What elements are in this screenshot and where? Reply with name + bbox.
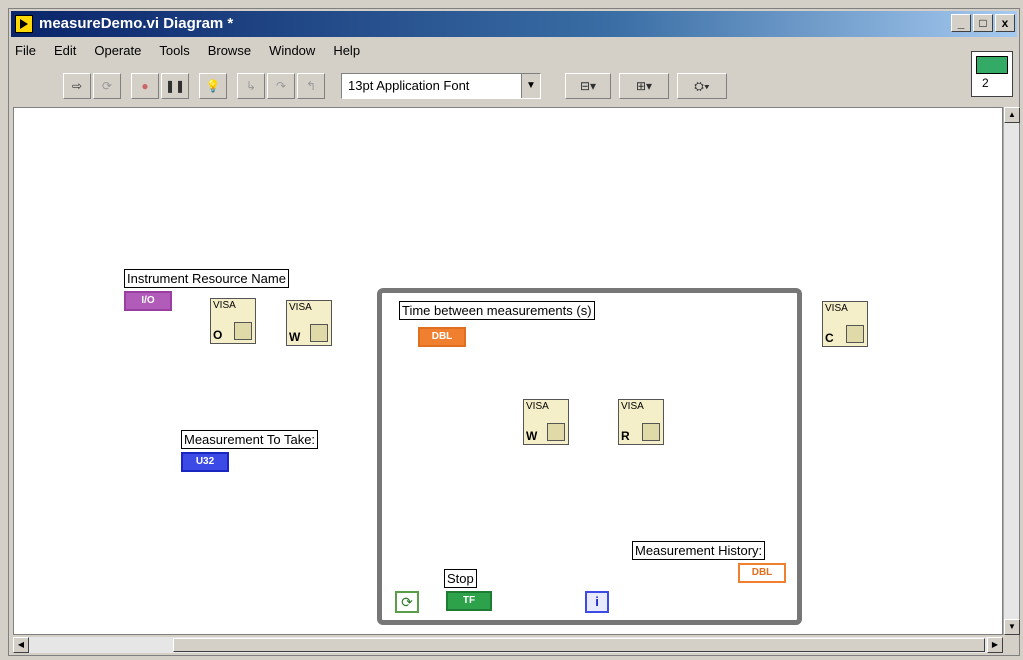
menu-edit[interactable]: Edit (52, 41, 78, 63)
label-time-between[interactable]: Time between measurements (s) (399, 301, 595, 320)
font-select[interactable]: 13pt Application Font ▼ (341, 73, 541, 99)
diagram-window: measureDemo.vi Diagram * _ □ x File Edit… (8, 8, 1020, 656)
step-over-icon[interactable]: ↷ (267, 73, 295, 99)
vi-letter: O (213, 328, 223, 342)
window-title: measureDemo.vi Diagram * (39, 15, 234, 32)
connector-pane-number: 2 (982, 76, 989, 90)
toolbar: ⇨ ⟳ ● ❚❚ 💡 ↳ ↷ ↰ 13pt Application Font ▼… (13, 67, 967, 101)
vi-caption: VISA (213, 300, 236, 311)
vi-letter: C (825, 331, 834, 345)
label-instrument-resource[interactable]: Instrument Resource Name (124, 269, 289, 288)
highlight-execution-icon[interactable]: 💡 (199, 73, 227, 99)
menu-bar: File Edit Operate Tools Browse Window He… (13, 41, 362, 63)
labview-app-icon (15, 15, 33, 33)
book-icon (234, 322, 252, 340)
vi-caption: VISA (621, 401, 644, 412)
menu-help[interactable]: Help (331, 41, 362, 63)
minimize-button[interactable]: _ (951, 14, 971, 32)
run-arrow-icon[interactable]: ⇨ (63, 73, 91, 99)
terminal-measurement-to-take[interactable]: U32 (181, 452, 229, 472)
visa-write-vi[interactable]: VISA W (286, 300, 332, 346)
abc-icon (642, 423, 660, 441)
visa-write-in-loop-vi[interactable]: VISA W (523, 399, 569, 445)
terminal-measurement-history[interactable]: DBL (738, 563, 786, 583)
book-icon (846, 325, 864, 343)
vi-letter: R (621, 429, 630, 443)
align-objects-icon[interactable]: ⊟▾ (565, 73, 611, 99)
vi-caption: VISA (289, 302, 312, 313)
vi-icon-graphic (976, 56, 1008, 74)
label-stop[interactable]: Stop (444, 569, 477, 588)
menu-tools[interactable]: Tools (157, 41, 191, 63)
step-into-icon[interactable]: ↳ (237, 73, 265, 99)
abc-icon (310, 324, 328, 342)
distribute-objects-icon[interactable]: ⊞▾ (619, 73, 669, 99)
menu-window[interactable]: Window (267, 41, 317, 63)
label-measurement-history[interactable]: Measurement History: (632, 541, 766, 560)
terminal-resource-name[interactable]: I/O (124, 291, 172, 311)
loop-iteration-terminal[interactable]: i (585, 591, 609, 613)
scroll-thumb[interactable] (173, 638, 985, 652)
close-button[interactable]: x (995, 14, 1015, 32)
block-diagram-canvas[interactable]: Instrument Resource Name I/O Measurement… (13, 107, 1003, 635)
terminal-stop[interactable]: TF (446, 591, 492, 611)
scroll-up-icon[interactable]: ▲ (1004, 107, 1020, 123)
horizontal-scrollbar[interactable]: ◀ ▶ (13, 637, 1003, 653)
scroll-down-icon[interactable]: ▼ (1004, 619, 1020, 635)
vi-letter: W (289, 330, 301, 344)
terminal-time-between[interactable]: DBL (418, 327, 466, 347)
while-loop[interactable]: Time between measurements (s) DBL VISA W… (377, 288, 802, 625)
scroll-left-icon[interactable]: ◀ (13, 637, 29, 653)
vi-caption: VISA (526, 401, 549, 412)
scroll-right-icon[interactable]: ▶ (987, 637, 1003, 653)
visa-open-vi[interactable]: VISA O (210, 298, 256, 344)
title-bar[interactable]: measureDemo.vi Diagram * _ □ x (11, 11, 1017, 37)
font-select-value: 13pt Application Font (348, 78, 470, 93)
run-continuously-icon[interactable]: ⟳ (93, 73, 121, 99)
reorder-icon[interactable]: ⛭▾ (677, 73, 727, 99)
abort-icon[interactable]: ● (131, 73, 159, 99)
visa-read-vi[interactable]: VISA R (618, 399, 664, 445)
loop-condition-icon[interactable]: ⟳ (395, 591, 419, 613)
visa-close-vi[interactable]: VISA C (822, 301, 868, 347)
menu-file[interactable]: File (13, 41, 38, 63)
step-out-icon[interactable]: ↰ (297, 73, 325, 99)
menu-operate[interactable]: Operate (92, 41, 143, 63)
connector-pane-icon[interactable]: 2 (971, 51, 1013, 97)
vertical-scrollbar[interactable]: ▲ ▼ (1003, 107, 1020, 635)
label-measurement-to-take[interactable]: Measurement To Take: (181, 430, 319, 449)
menu-browse[interactable]: Browse (206, 41, 253, 63)
vi-caption: VISA (825, 303, 848, 314)
vi-letter: W (526, 429, 538, 443)
pause-icon[interactable]: ❚❚ (161, 73, 189, 99)
abc-icon (547, 423, 565, 441)
maximize-button[interactable]: □ (973, 14, 993, 32)
chevron-down-icon[interactable]: ▼ (521, 74, 540, 98)
